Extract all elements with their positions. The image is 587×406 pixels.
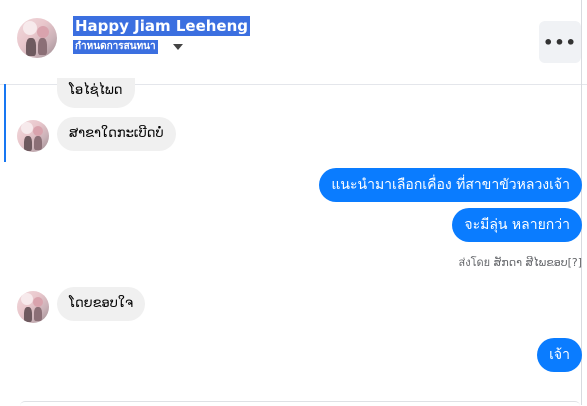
contact-name[interactable]: Happy Jiam Leeheng — [73, 16, 251, 36]
composer-edge — [20, 401, 580, 406]
conversation-status[interactable]: กำหนดการสนทนา — [73, 40, 158, 54]
sent-by-label: ส่งโดย ສັກດາ ສີໄພຂອບ[?] — [459, 253, 582, 271]
more-options-button[interactable]: ••• — [539, 21, 581, 63]
conversation-header: Happy Jiam Leeheng กำหนดการสนทนา ••• — [0, 0, 587, 85]
chevron-down-icon[interactable] — [173, 44, 183, 50]
message-bubble[interactable]: เจ้า — [537, 338, 582, 372]
sent-by-text: ส่งโดย ສັກດາ ສີໄພຂອບ — [458, 256, 568, 269]
sender-avatar[interactable] — [17, 291, 49, 323]
message-bubble[interactable]: ໂດຍຂອບໃຈ — [57, 287, 146, 321]
help-link[interactable]: [?] — [568, 256, 582, 269]
message-bubble[interactable]: ໂອໄຊ່ໄພດ — [57, 78, 135, 108]
contact-avatar[interactable] — [17, 18, 57, 58]
message-bubble[interactable]: ສາຂາໃດກະເບີດບໍ່ — [57, 117, 176, 151]
unread-indicator — [4, 84, 6, 162]
panel-divider — [581, 0, 582, 405]
more-icon: ••• — [543, 32, 577, 52]
message-bubble[interactable]: แนะนำมาเลือกเคื่อง ที่สาขาขัวหลวงเจ้า — [319, 168, 582, 202]
sender-avatar[interactable] — [17, 120, 49, 152]
message-bubble[interactable]: จะมีลุ่น หลายกว่า — [452, 208, 582, 242]
